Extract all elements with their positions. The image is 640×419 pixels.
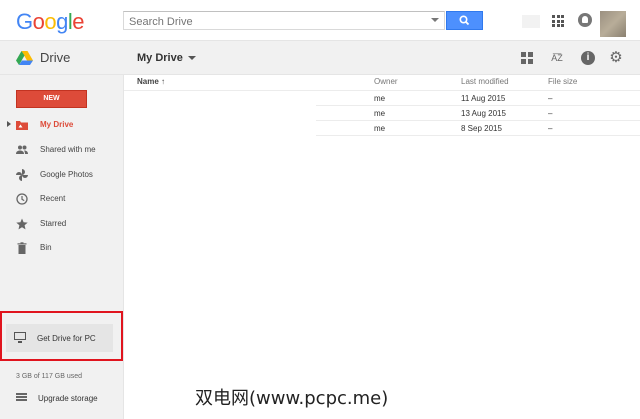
owner-cell: me [374, 94, 386, 103]
column-last-modified[interactable]: Last modified [461, 77, 509, 86]
google-logo[interactable]: Google [16, 9, 85, 35]
search-input[interactable] [124, 14, 429, 30]
highlight-box [0, 311, 123, 361]
table-row[interactable]: me 8 Sep 2015 – [124, 121, 640, 136]
search-icon [459, 15, 470, 26]
grid-view-icon[interactable] [520, 51, 534, 65]
sidebar: NEW My Drive Shared with me Google Photo… [0, 75, 124, 419]
apps-grid-icon[interactable] [552, 15, 564, 27]
column-file-size[interactable]: File size [548, 77, 577, 86]
search-button[interactable] [446, 11, 483, 30]
table-row[interactable]: me 11 Aug 2015 – [124, 91, 640, 106]
owner-cell: me [374, 109, 386, 118]
storage-icon [16, 393, 27, 402]
settings-gear-icon[interactable]: ⚙ [609, 50, 623, 65]
pinwheel-icon [16, 169, 28, 181]
folder-icon [16, 121, 28, 130]
column-owner[interactable]: Owner [374, 77, 398, 86]
modified-cell: 8 Sep 2015 [461, 124, 502, 133]
watermark: 双电网(www.pcpc.me) [195, 388, 389, 409]
size-cell: – [548, 94, 553, 103]
people-icon [16, 145, 28, 154]
table-header: Name ↑ Owner Last modified File size [124, 75, 640, 91]
sidebar-item-starred[interactable]: Starred [0, 214, 124, 234]
search-options-icon[interactable] [431, 18, 439, 22]
sidebar-item-google-photos[interactable]: Google Photos [0, 165, 124, 185]
chevron-down-icon [187, 56, 196, 61]
app-title: Drive [40, 50, 71, 65]
info-icon[interactable]: i [581, 51, 595, 65]
table-row[interactable]: me 13 Aug 2015 – [124, 106, 640, 121]
clock-icon [16, 193, 28, 205]
modified-cell: 13 Aug 2015 [461, 109, 506, 118]
owner-cell: me [374, 124, 386, 133]
storage-usage: 3 GB of 117 GB used [16, 373, 83, 380]
row-divider [316, 135, 640, 136]
drive-logo-icon [16, 51, 33, 65]
notifications-bell-icon[interactable] [578, 13, 592, 27]
sidebar-item-my-drive[interactable]: My Drive [0, 115, 124, 135]
sort-az-icon[interactable]: A͞Z [550, 51, 564, 65]
expand-arrow-icon[interactable] [7, 121, 11, 127]
file-list: Name ↑ Owner Last modified File size me … [124, 75, 640, 136]
location-dropdown[interactable]: My Drive [137, 52, 196, 64]
sidebar-item-recent[interactable]: Recent [0, 189, 124, 209]
column-name[interactable]: Name ↑ [137, 77, 165, 86]
avatar[interactable] [600, 11, 626, 37]
star-icon [16, 218, 28, 230]
size-cell: – [548, 109, 553, 118]
top-bar: Google [0, 0, 640, 40]
modified-cell: 11 Aug 2015 [461, 94, 506, 103]
new-button[interactable]: NEW [16, 90, 87, 108]
trash-icon [17, 242, 27, 254]
search-box[interactable] [123, 11, 445, 30]
account-placeholder [522, 15, 540, 28]
drive-toolbar: Drive My Drive A͞Z i ⚙ [0, 40, 640, 75]
sidebar-item-bin[interactable]: Bin [0, 238, 124, 258]
sidebar-item-shared-with-me[interactable]: Shared with me [0, 140, 124, 160]
size-cell: – [548, 124, 553, 133]
